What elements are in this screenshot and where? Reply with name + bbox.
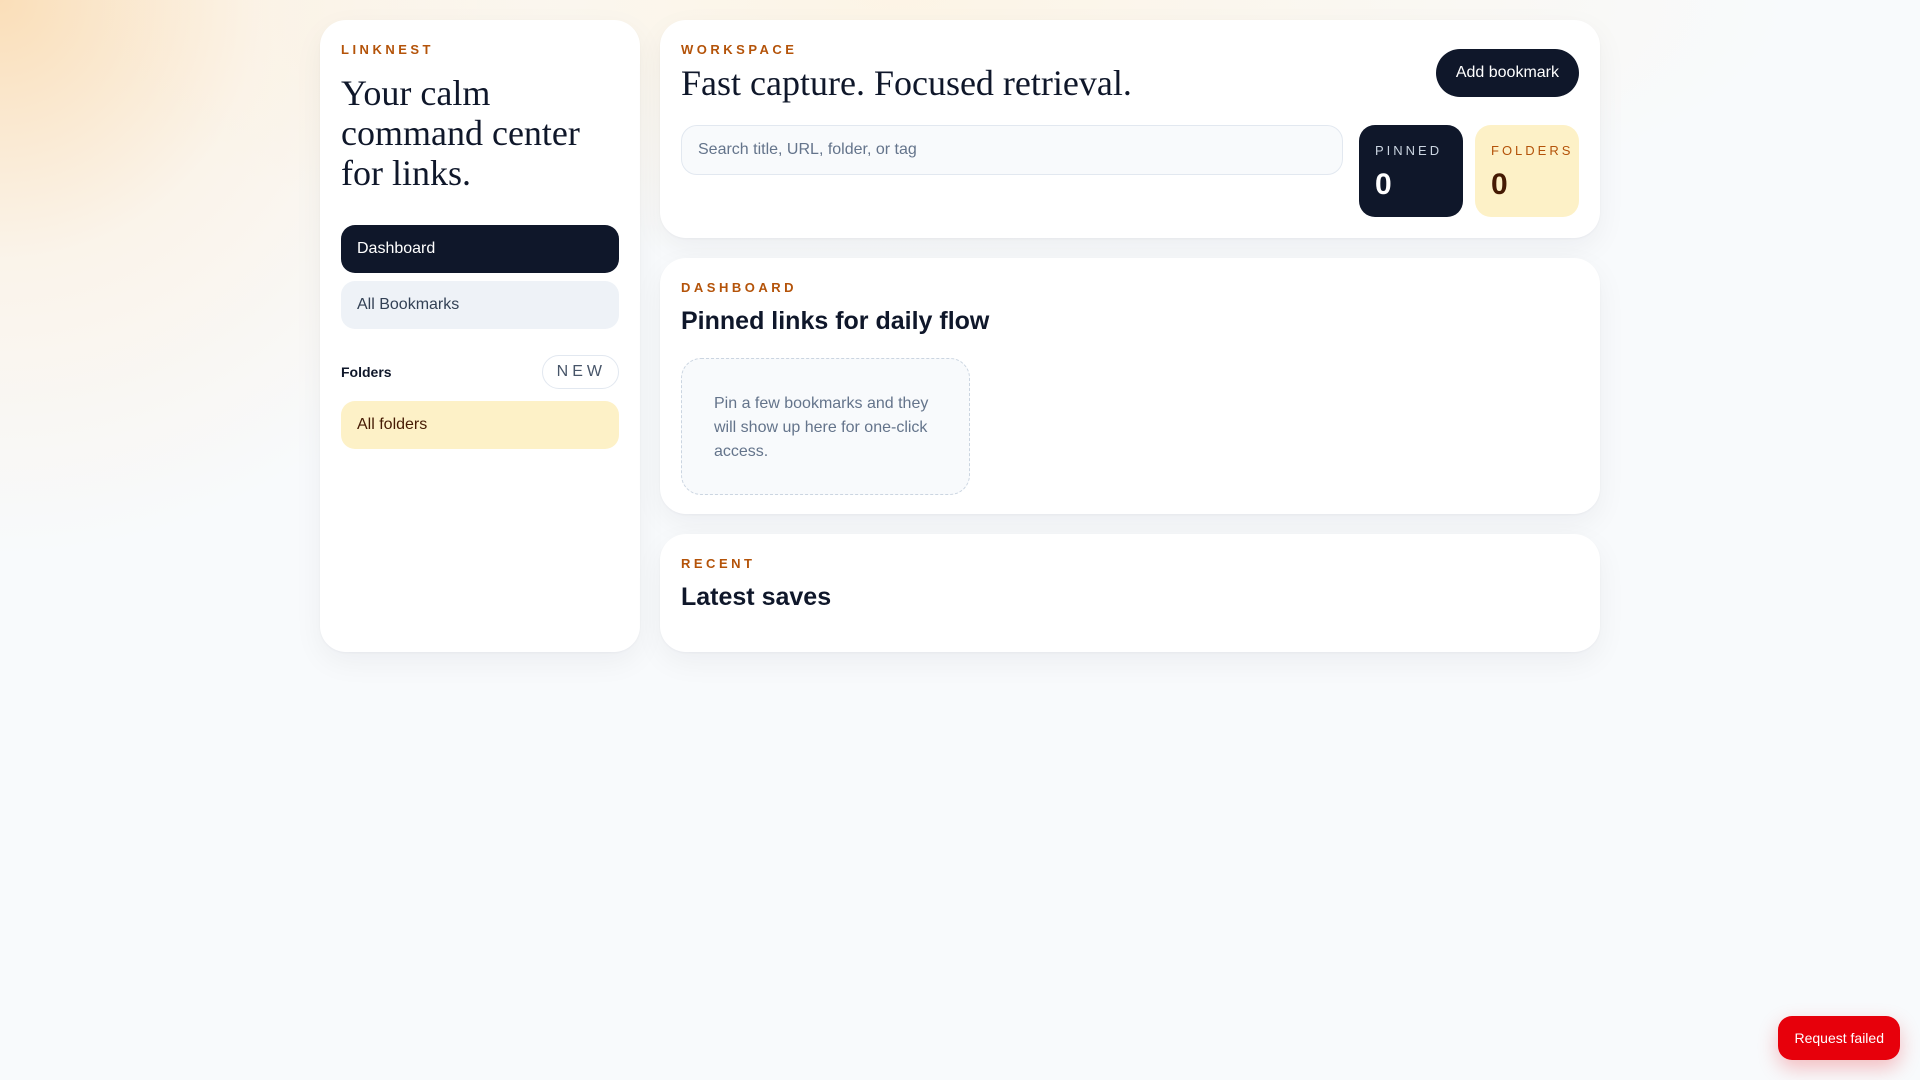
pinned-stat: PINNED 0 — [1359, 125, 1463, 217]
dashboard-card: DASHBOARD Pinned links for daily flow Pi… — [660, 258, 1600, 514]
brand-label: LINKNEST — [341, 42, 434, 57]
add-bookmark-button[interactable]: Add bookmark — [1435, 49, 1579, 97]
error-toast[interactable]: Request failed — [1778, 1016, 1900, 1060]
nav-item-all-bookmarks[interactable]: All Bookmarks — [341, 281, 619, 329]
sidebar: LINKNEST Your calm command center for li… — [320, 20, 640, 652]
dashboard-title: Pinned links for daily flow — [681, 307, 990, 335]
folders-stat-value: 0 — [1491, 168, 1508, 201]
recent-eyebrow: RECENT — [681, 556, 756, 571]
folders-label: Folders — [341, 364, 392, 380]
folders-stat: FOLDERS 0 — [1475, 125, 1579, 217]
pinned-stat-value: 0 — [1375, 168, 1392, 201]
folders-stat-label: FOLDERS — [1491, 143, 1574, 158]
new-folder-button[interactable]: NEW — [541, 355, 619, 389]
dashboard-eyebrow: DASHBOARD — [681, 280, 797, 295]
workspace-card: WORKSPACE Fast capture. Focused retrieva… — [660, 20, 1600, 238]
folders-header: Folders NEW — [341, 355, 619, 389]
pinned-empty-state: Pin a few bookmarks and they will show u… — [681, 358, 970, 495]
nav-item-dashboard[interactable]: Dashboard — [341, 225, 619, 273]
search-input[interactable] — [681, 125, 1343, 175]
recent-card: RECENT Latest saves — [660, 534, 1600, 652]
sidebar-nav: Dashboard All Bookmarks — [341, 225, 619, 329]
folder-item-all-folders[interactable]: All folders — [341, 401, 619, 449]
hero-title: Your calm command center for links. — [341, 73, 580, 193]
pinned-stat-label: PINNED — [1375, 143, 1443, 158]
recent-title: Latest saves — [681, 583, 832, 611]
